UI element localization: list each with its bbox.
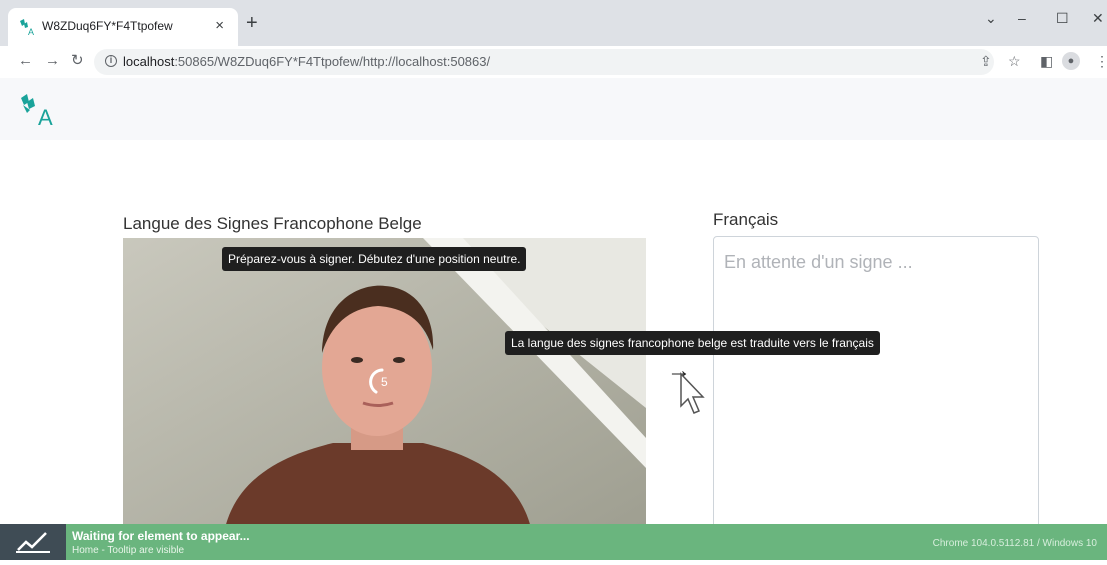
profile-avatar-icon[interactable]: ● <box>1062 52 1080 70</box>
minimize-icon[interactable]: – <box>1018 10 1026 26</box>
share-icon[interactable]: ⇪ <box>980 53 992 69</box>
status-logo <box>0 524 66 560</box>
browser-tab-strip: A W8ZDuq6FY*F4Ttpofew × + ⌄ – ☐ ✕ <box>0 0 1107 46</box>
url-host: localhost <box>123 54 175 69</box>
app-header: A <box>0 78 1107 140</box>
mouse-cursor-icon <box>680 372 705 414</box>
status-title: Waiting for element to appear... <box>72 529 250 543</box>
url-text: localhost:50865/W8ZDuq6FY*F4Ttpofew/http… <box>123 54 490 69</box>
maximize-icon[interactable]: ☐ <box>1056 10 1069 27</box>
tab-close-icon[interactable]: × <box>215 17 224 35</box>
browser-toolbar: ← → ↻ i localhost:50865/W8ZDuq6FY*F4Ttpo… <box>0 46 1107 78</box>
reload-icon[interactable]: ↻ <box>71 53 84 69</box>
browser-tab[interactable]: A W8ZDuq6FY*F4Ttpofew × <box>8 8 238 46</box>
side-panel-icon[interactable]: ◧ <box>1040 53 1053 69</box>
app-logo-icon[interactable]: A <box>18 92 62 128</box>
countdown-number: 5 <box>381 375 388 389</box>
new-tab-button[interactable]: + <box>246 13 258 33</box>
svg-text:A: A <box>28 27 34 36</box>
test-runner-icon <box>16 532 50 553</box>
forward-icon[interactable]: → <box>45 53 60 69</box>
arrow-tooltip: La langue des signes francophone belge e… <box>505 331 880 355</box>
address-bar[interactable]: i localhost:50865/W8ZDuq6FY*F4Ttpofew/ht… <box>94 49 994 75</box>
sign-language-heading: Langue des Signes Francophone Belge <box>123 214 422 233</box>
camera-tooltip: Préparez-vous à signer. Débutez d'une po… <box>222 247 527 271</box>
status-environment: Chrome 104.0.5112.81 / Windows 10 <box>932 538 1097 549</box>
tab-search-icon[interactable]: ⌄ <box>985 10 997 27</box>
test-status-bar: Waiting for element to appear... Home - … <box>0 524 1107 560</box>
back-icon[interactable]: ← <box>18 53 33 69</box>
menu-kebab-icon[interactable]: ⋮ <box>1095 53 1107 69</box>
site-info-icon[interactable]: i <box>105 55 117 67</box>
french-heading: Français <box>713 210 779 229</box>
svg-text:A: A <box>38 105 53 128</box>
app-favicon-icon: A <box>20 19 34 36</box>
close-window-icon[interactable]: ✕ <box>1092 10 1104 27</box>
url-path: :50865/W8ZDuq6FY*F4Ttpofew/http://localh… <box>174 54 491 69</box>
bookmark-star-icon[interactable]: ☆ <box>1008 53 1021 69</box>
tab-title: W8ZDuq6FY*F4Ttpofew <box>42 19 173 33</box>
output-placeholder: En attente d'un signe ... <box>724 252 913 272</box>
status-subtitle: Home - Tooltip are visible <box>72 545 185 556</box>
translation-output[interactable]: En attente d'un signe ... <box>713 236 1039 536</box>
